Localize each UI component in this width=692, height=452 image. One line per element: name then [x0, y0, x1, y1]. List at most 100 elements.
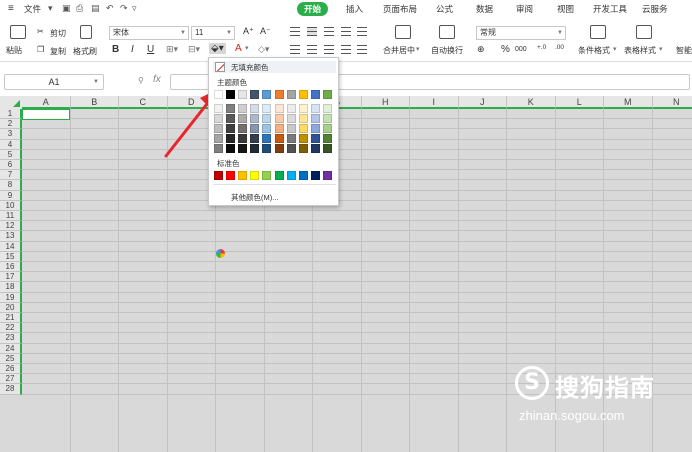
row-header-4[interactable]: 4	[0, 139, 22, 150]
theme-shade-swatch[interactable]	[274, 144, 284, 153]
theme-shade-swatch[interactable]	[238, 114, 248, 123]
row-header-15[interactable]: 15	[0, 251, 22, 262]
quick-access-arrow-icon[interactable]: ▿	[132, 3, 137, 14]
more-colors-option[interactable]: 其他颜色(M)...	[231, 192, 279, 203]
row-header-7[interactable]: 7	[0, 170, 22, 181]
tab-review[interactable]: 审阅	[516, 2, 533, 16]
theme-shade-swatch[interactable]	[262, 124, 272, 133]
row-header-26[interactable]: 26	[0, 364, 22, 375]
theme-shade-swatch[interactable]	[214, 104, 223, 113]
save-icon[interactable]: ▣	[62, 3, 71, 14]
theme-shade-swatch[interactable]	[262, 114, 272, 123]
column-header-l[interactable]: L	[555, 96, 604, 109]
theme-shade-swatch[interactable]	[298, 144, 308, 153]
theme-shade-swatch[interactable]	[310, 144, 320, 153]
theme-shade-swatch[interactable]	[262, 144, 272, 153]
theme-shade-swatch[interactable]	[274, 104, 284, 113]
theme-shade-swatch[interactable]	[286, 124, 296, 133]
tab-cloud-service[interactable]: 云服务	[642, 2, 668, 16]
fx-icon[interactable]: fx	[153, 74, 161, 85]
standard-color-swatch[interactable]	[298, 171, 308, 180]
column-header-b[interactable]: B	[70, 96, 119, 109]
table-style-arrow-icon[interactable]: ▾	[659, 45, 663, 53]
thousands-button[interactable]: 000	[515, 46, 527, 53]
theme-shade-swatch[interactable]	[238, 134, 248, 143]
border-icon[interactable]: ⊞▾	[166, 44, 178, 55]
theme-shade-swatch[interactable]	[322, 124, 332, 133]
theme-shade-swatch[interactable]	[214, 114, 223, 123]
conditional-format-icon[interactable]	[590, 25, 606, 39]
italic-button[interactable]: I	[131, 44, 134, 55]
paste-button[interactable]: 粘贴	[6, 45, 22, 56]
font-shrink-button[interactable]: A⁻	[260, 26, 271, 37]
align-distributed-icon[interactable]	[357, 27, 367, 36]
theme-shade-swatch[interactable]	[250, 114, 260, 123]
merge-center-button[interactable]: 合并居中	[383, 45, 415, 56]
tab-page-layout[interactable]: 页面布局	[383, 2, 417, 16]
theme-color-swatch[interactable]	[214, 90, 223, 99]
column-header-a[interactable]: A	[22, 96, 71, 109]
row-header-6[interactable]: 6	[0, 160, 22, 171]
column-header-m[interactable]: M	[604, 96, 653, 109]
theme-shade-swatch[interactable]	[274, 124, 284, 133]
align-center-icon[interactable]	[307, 45, 317, 54]
standard-color-swatch[interactable]	[322, 171, 332, 180]
theme-color-swatch[interactable]	[250, 90, 260, 99]
row-header-13[interactable]: 13	[0, 231, 22, 242]
theme-shade-swatch[interactable]	[250, 144, 260, 153]
theme-shade-swatch[interactable]	[262, 134, 272, 143]
row-header-28[interactable]: 28	[0, 384, 22, 395]
tab-developer[interactable]: 开发工具	[593, 2, 627, 16]
underline-button[interactable]: U	[147, 44, 154, 55]
align-bottom-icon[interactable]	[324, 27, 334, 36]
no-fill-option[interactable]: 无填充颜色	[213, 61, 336, 73]
merge-center-icon[interactable]	[395, 25, 411, 39]
indent-decrease-icon[interactable]	[341, 45, 351, 54]
theme-shade-swatch[interactable]	[226, 114, 236, 123]
paste-icon[interactable]	[10, 25, 26, 39]
theme-color-swatch[interactable]	[274, 90, 284, 99]
row-header-17[interactable]: 17	[0, 272, 22, 283]
theme-shade-swatch[interactable]	[298, 134, 308, 143]
theme-shade-swatch[interactable]	[322, 104, 332, 113]
row-header-18[interactable]: 18	[0, 282, 22, 293]
cut-icon[interactable]: ✂	[37, 27, 44, 36]
theme-color-swatch[interactable]	[226, 90, 236, 99]
copy-button[interactable]: 复制	[50, 46, 66, 57]
row-header-22[interactable]: 22	[0, 323, 22, 334]
row-header-19[interactable]: 19	[0, 292, 22, 303]
row-header-24[interactable]: 24	[0, 343, 22, 354]
theme-color-swatch[interactable]	[286, 90, 296, 99]
row-header-16[interactable]: 16	[0, 262, 22, 273]
conditional-format-arrow-icon[interactable]: ▾	[613, 45, 617, 53]
font-grow-button[interactable]: A⁺	[243, 26, 254, 37]
preview-icon[interactable]: ▤	[91, 3, 100, 14]
print-icon[interactable]: ⎙	[76, 3, 83, 14]
indent-increase-icon[interactable]	[357, 45, 367, 54]
theme-shade-swatch[interactable]	[214, 144, 223, 153]
theme-shade-swatch[interactable]	[238, 104, 248, 113]
active-cell-a1[interactable]	[22, 109, 70, 120]
theme-shade-swatch[interactable]	[286, 114, 296, 123]
row-header-20[interactable]: 20	[0, 302, 22, 313]
align-left-icon[interactable]	[290, 45, 300, 54]
theme-shade-swatch[interactable]	[298, 124, 308, 133]
theme-shade-swatch[interactable]	[238, 144, 248, 153]
copy-icon[interactable]: ❐	[37, 45, 44, 54]
clear-format-icon[interactable]: ◇▾	[258, 44, 269, 55]
redo-icon[interactable]: ↷	[120, 3, 128, 14]
undo-icon[interactable]: ↶	[106, 3, 114, 14]
number-format-select[interactable]: 常规 ▼	[476, 26, 566, 40]
bold-button[interactable]: B	[112, 44, 119, 55]
theme-shade-swatch[interactable]	[310, 104, 320, 113]
row-header-9[interactable]: 9	[0, 190, 22, 201]
conditional-format-button[interactable]: 条件格式	[578, 45, 610, 56]
standard-color-swatch[interactable]	[226, 171, 236, 180]
row-header-5[interactable]: 5	[0, 149, 22, 160]
theme-shade-swatch[interactable]	[226, 134, 236, 143]
align-top-icon[interactable]	[290, 27, 300, 36]
font-size-select[interactable]: 11 ▼	[191, 26, 235, 40]
row-header-12[interactable]: 12	[0, 221, 22, 232]
percent-button[interactable]: %	[501, 44, 510, 55]
theme-shade-swatch[interactable]	[226, 144, 236, 153]
